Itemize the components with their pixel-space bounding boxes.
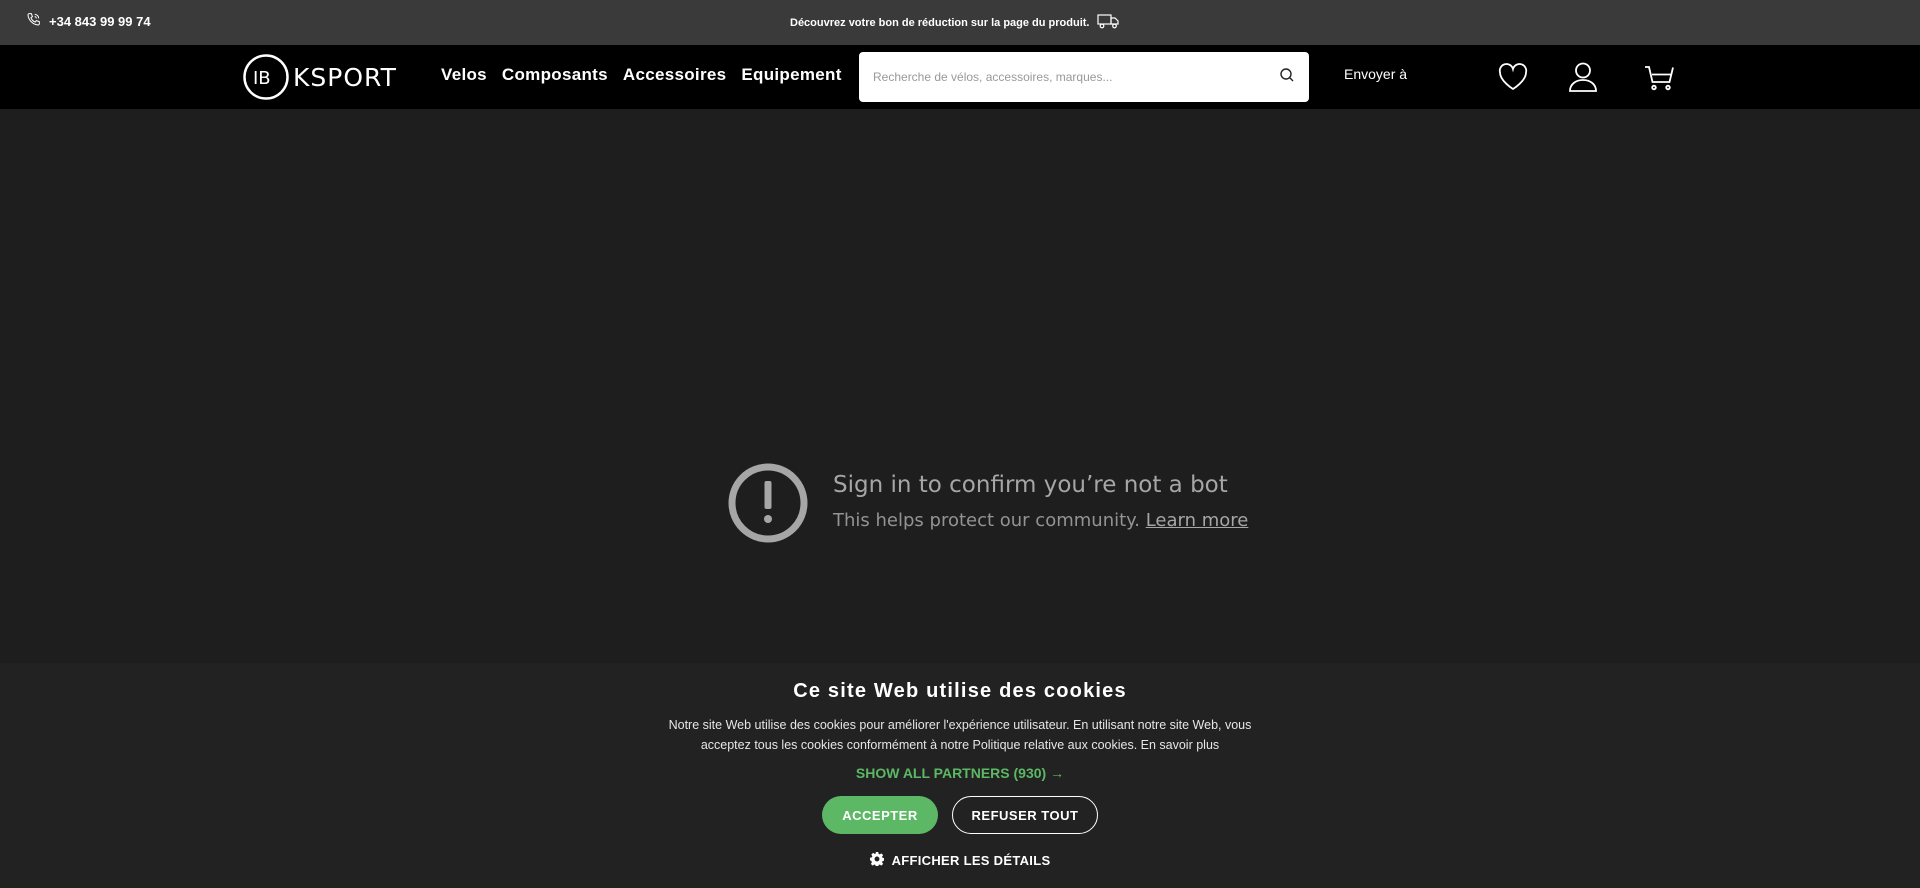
promo-message: Découvrez votre bon de réduction sur la … xyxy=(790,13,1121,32)
show-details-toggle[interactable]: AFFICHER LES DÉTAILS xyxy=(0,852,1920,869)
user-icon[interactable] xyxy=(1565,59,1601,95)
main-nav: Velos Composants Accessoires Equipement xyxy=(441,65,842,85)
logo-ring-icon: IB xyxy=(243,54,289,100)
show-partners-link[interactable]: SHOW ALL PARTNERS (930) → xyxy=(0,765,1920,781)
cart-icon[interactable] xyxy=(1641,59,1677,95)
phone-link[interactable]: +34 843 99 99 74 xyxy=(25,12,151,31)
heart-icon[interactable] xyxy=(1495,59,1531,95)
cookie-title: Ce site Web utilise des cookies xyxy=(793,680,1127,702)
search-input[interactable] xyxy=(873,70,1279,84)
alert-circle-icon xyxy=(727,462,809,549)
bot-check-title: Sign in to confirm you’re not a bot xyxy=(833,472,1228,498)
cookie-banner: Ce site Web utilise des cookies Notre si… xyxy=(0,663,1920,888)
refuse-all-button[interactable]: REFUSER TOUT xyxy=(952,796,1098,834)
main-navbar: IB KSPORT Velos Composants Accessoires E… xyxy=(0,45,1920,109)
search-bar xyxy=(859,52,1309,102)
ship-to-selector[interactable]: Envoyer à xyxy=(1344,66,1407,82)
bot-check-subtitle-text: This helps protect our community. xyxy=(833,510,1140,531)
site-logo[interactable]: IB KSPORT xyxy=(242,53,397,101)
logo-text: KSPORT xyxy=(293,62,397,92)
bot-check-subtitle: This helps protect our community. Learn … xyxy=(833,510,1248,531)
cookie-description: Notre site Web utilise des cookies pour … xyxy=(668,718,1252,752)
phone-icon xyxy=(25,12,41,31)
top-bar: +34 843 99 99 74 Découvrez votre bon de … xyxy=(0,0,1920,45)
learn-more-link[interactable]: Learn more xyxy=(1146,510,1249,531)
nav-item-accessoires[interactable]: Accessoires xyxy=(623,65,726,85)
bot-check-message: Sign in to confirm you’re not a bot This… xyxy=(727,462,1248,549)
gear-icon xyxy=(869,852,884,869)
nav-item-composants[interactable]: Composants xyxy=(502,65,608,85)
svg-text:IB: IB xyxy=(253,68,271,89)
phone-number: +34 843 99 99 74 xyxy=(49,14,151,29)
nav-item-velos[interactable]: Velos xyxy=(441,65,487,85)
search-icon[interactable] xyxy=(1279,67,1295,88)
bot-check-text: Sign in to confirm you’re not a bot This… xyxy=(833,462,1248,549)
show-details-label: AFFICHER LES DÉTAILS xyxy=(891,853,1051,868)
cookie-buttons: ACCEPTER REFUSER TOUT xyxy=(0,796,1920,834)
delivery-truck-icon xyxy=(1097,13,1121,32)
accept-button[interactable]: ACCEPTER xyxy=(822,796,938,834)
nav-item-equipement[interactable]: Equipement xyxy=(741,65,841,85)
promo-text: Découvrez votre bon de réduction sur la … xyxy=(790,16,1090,29)
